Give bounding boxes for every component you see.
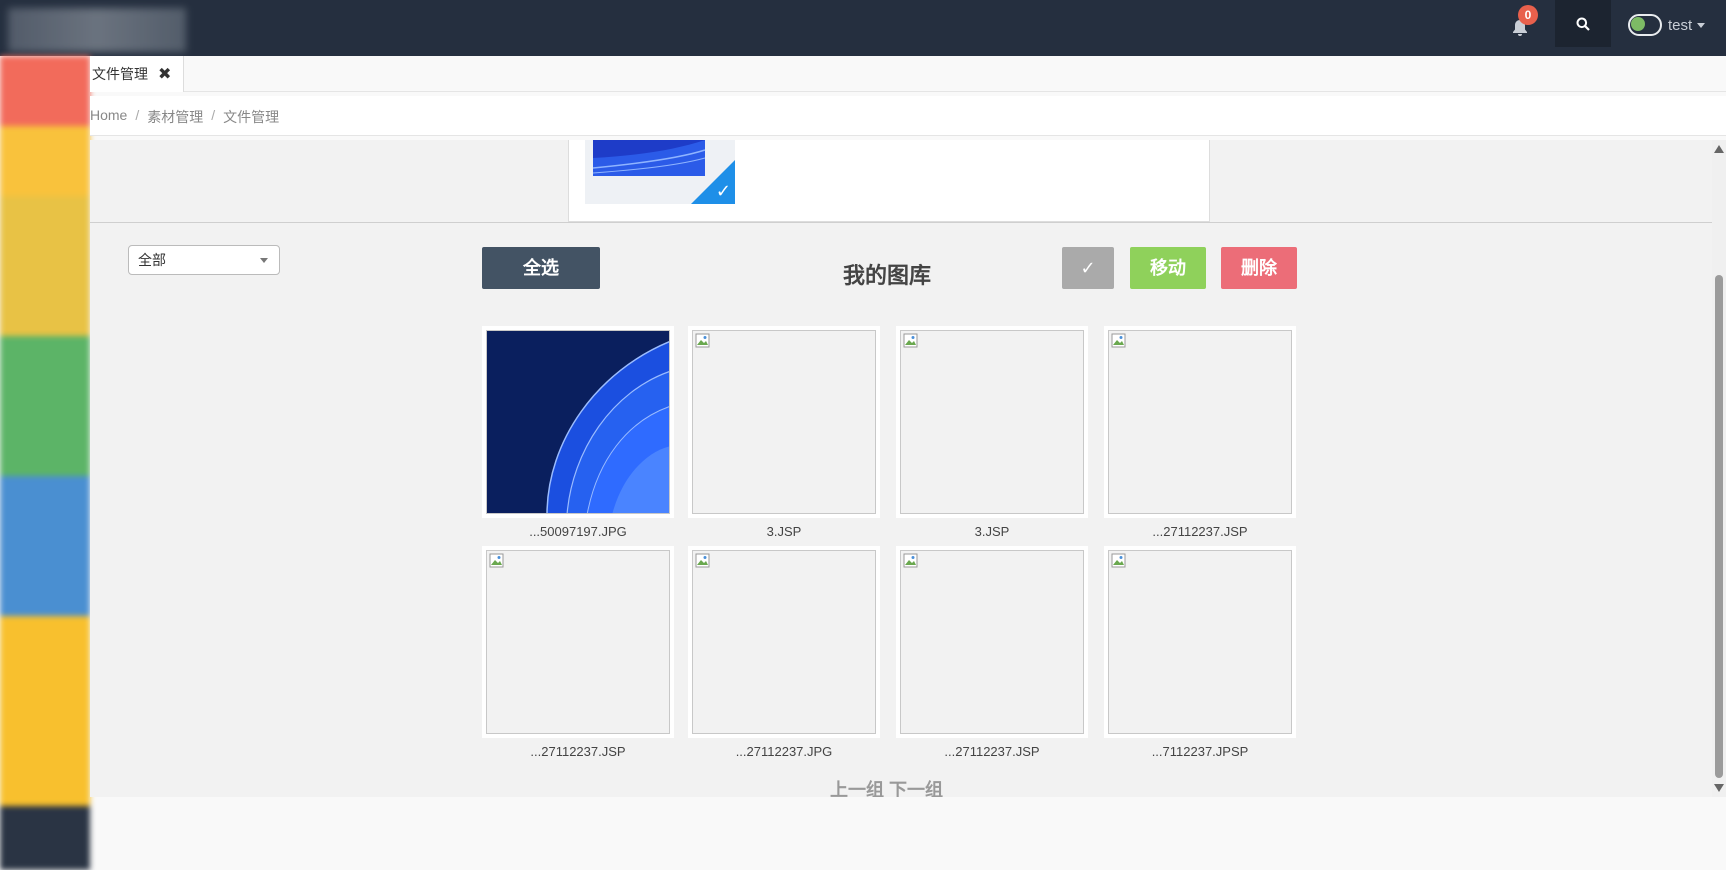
notification-count-badge: 0 xyxy=(1518,5,1538,25)
search-icon xyxy=(1576,17,1590,31)
gallery-thumbnail[interactable] xyxy=(1104,326,1296,518)
select-all-button[interactable]: 全选 xyxy=(482,247,600,289)
delete-button[interactable]: 删除 xyxy=(1221,247,1297,289)
sidebar-menu-item[interactable] xyxy=(0,56,90,126)
sidebar-menu-item[interactable] xyxy=(0,476,90,616)
breadcrumb: Home / 素材管理 / 文件管理 xyxy=(90,107,279,127)
search-button[interactable] xyxy=(1555,0,1611,47)
user-menu[interactable]: test xyxy=(1628,8,1706,42)
broken-image-icon xyxy=(695,333,710,348)
thumbnail-image xyxy=(1108,330,1292,514)
breadcrumb-separator: / xyxy=(211,107,216,123)
thumbnail-caption: ...7112237.JPSP xyxy=(1151,744,1249,759)
move-button[interactable]: 移动 xyxy=(1130,247,1206,289)
gallery-title: 我的图库 xyxy=(843,263,932,288)
broken-image-icon xyxy=(489,553,504,568)
user-name: test xyxy=(1668,16,1693,34)
tab-bar: 文件管理 ✖ xyxy=(90,56,1726,92)
avatar xyxy=(1628,14,1662,36)
thumbnail-caption: ...50097197.JPG xyxy=(529,524,627,539)
broken-image-icon xyxy=(1111,553,1126,568)
category-select[interactable]: 全部 xyxy=(128,245,280,275)
breadcrumb-home[interactable]: Home xyxy=(90,107,127,127)
breadcrumb-bar: Home / 素材管理 / 文件管理 xyxy=(90,96,1726,136)
wallpaper-image xyxy=(487,331,669,513)
thumbnail-caption: ...27112237.JSP xyxy=(530,744,626,759)
main-content: ✓ 全部 全选 我的图库 ✓ 移动 删除 ...50097197.JPG 3.JS… xyxy=(90,140,1712,797)
scroll-down-arrow-icon[interactable] xyxy=(1714,784,1724,792)
sidebar-menu-item[interactable] xyxy=(0,616,90,806)
app-logo[interactable] xyxy=(8,8,186,52)
thumbnail-image xyxy=(486,550,670,734)
scrollbar-thumb[interactable] xyxy=(1715,275,1723,778)
checkmark-icon: ✓ xyxy=(715,181,731,201)
category-select-value: 全部 xyxy=(138,252,166,268)
scroll-up-arrow-icon[interactable] xyxy=(1714,145,1724,153)
thumbnail-image xyxy=(692,330,876,514)
chevron-down-icon xyxy=(260,258,268,263)
pager: 上一组 下一组 xyxy=(830,776,943,797)
thumbnail-caption: 3.JSP xyxy=(766,524,802,539)
broken-image-icon xyxy=(903,553,918,568)
sidebar-menu-item[interactable] xyxy=(0,126,90,196)
chevron-down-icon xyxy=(1697,22,1706,28)
selected-image-thumbnail[interactable]: ✓ xyxy=(585,140,735,204)
thumbnail-image xyxy=(1108,550,1292,734)
broken-image-icon xyxy=(695,553,710,568)
thumbnail-caption: ...27112237.JPG xyxy=(735,744,833,759)
thumbnail-image xyxy=(900,330,1084,514)
thumbnail-caption: 3.JSP xyxy=(974,524,1010,539)
sidebar[interactable] xyxy=(0,56,90,870)
broken-image-icon xyxy=(903,333,918,348)
thumbnail-caption: ...27112237.JSP xyxy=(944,744,1040,759)
tab-label: 文件管理 xyxy=(92,66,148,82)
tab-file-management[interactable]: 文件管理 ✖ xyxy=(90,56,185,92)
confirm-button[interactable]: ✓ xyxy=(1062,247,1114,289)
breadcrumb-separator: / xyxy=(135,107,140,123)
thumbnail-caption: ...27112237.JSP xyxy=(1152,524,1248,539)
breadcrumb-file-management[interactable]: 文件管理 xyxy=(223,107,279,127)
gallery-thumbnail[interactable] xyxy=(896,326,1088,518)
sidebar-menu-item[interactable] xyxy=(0,806,90,870)
prev-group-link[interactable]: 上一组 xyxy=(830,780,884,797)
sidebar-menu-item[interactable] xyxy=(0,336,90,476)
divider xyxy=(90,222,1712,223)
thumbnail-image xyxy=(486,330,670,514)
sidebar-menu-item[interactable] xyxy=(0,196,90,336)
top-navbar: 0 test xyxy=(0,0,1726,56)
next-group-link[interactable]: 下一组 xyxy=(889,780,943,797)
gallery-thumbnail[interactable] xyxy=(1104,546,1296,738)
gallery-thumbnail[interactable] xyxy=(688,326,880,518)
thumbnail-image xyxy=(900,550,1084,734)
selected-preview-panel: ✓ xyxy=(568,140,1210,222)
gallery-thumbnail[interactable] xyxy=(482,326,674,518)
gallery-thumbnail[interactable] xyxy=(688,546,880,738)
thumbnail-image xyxy=(692,550,876,734)
close-icon[interactable]: ✖ xyxy=(158,64,171,84)
breadcrumb-material-management[interactable]: 素材管理 xyxy=(147,107,203,127)
gallery-thumbnail[interactable] xyxy=(482,546,674,738)
broken-image-icon xyxy=(1111,333,1126,348)
gallery-thumbnail[interactable] xyxy=(896,546,1088,738)
